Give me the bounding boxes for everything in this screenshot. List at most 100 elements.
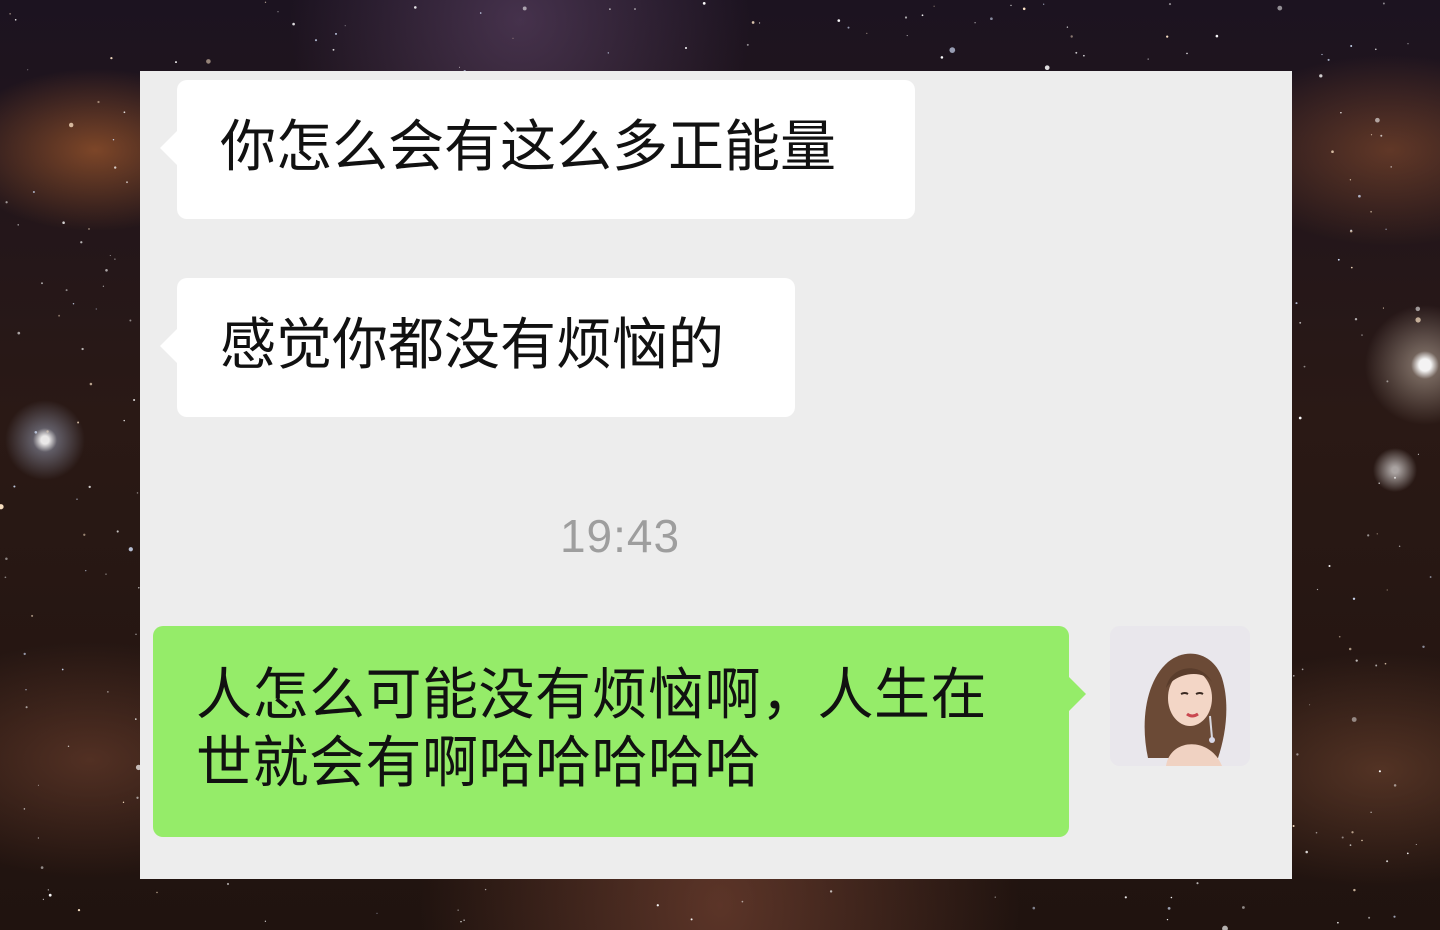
- star: [1351, 831, 1354, 834]
- star: [1415, 306, 1421, 312]
- star: [1222, 925, 1228, 930]
- star: [656, 904, 659, 907]
- incoming-message-bubble[interactable]: 你怎么会有这么多正能量: [160, 80, 915, 219]
- incoming-message-bubble[interactable]: 感觉你都没有烦恼的: [160, 278, 795, 417]
- star: [1358, 194, 1361, 198]
- star: [1083, 54, 1085, 57]
- star: [1350, 45, 1353, 47]
- star: [67, 745, 70, 747]
- star: [1010, 4, 1012, 7]
- star: [994, 896, 996, 898]
- star: [4, 576, 7, 579]
- star: [1417, 453, 1419, 455]
- bubble-tail: [1068, 676, 1086, 712]
- star: [25, 689, 27, 691]
- star: [76, 498, 78, 500]
- star: [206, 59, 211, 64]
- star: [62, 221, 65, 224]
- star: [135, 718, 137, 720]
- star: [114, 258, 116, 260]
- star: [40, 866, 44, 869]
- star: [1406, 852, 1409, 855]
- outgoing-message-bubble[interactable]: 人怎么可能没有烦恼啊，人生在世就会有啊哈哈哈哈哈: [153, 626, 1086, 837]
- star: [136, 492, 139, 494]
- star: [1124, 896, 1127, 899]
- star: [1170, 896, 1173, 899]
- star: [1242, 906, 1245, 909]
- star: [292, 22, 295, 26]
- star: [332, 48, 335, 51]
- star: [990, 17, 993, 21]
- user-avatar[interactable]: [1110, 626, 1250, 766]
- star: [1303, 365, 1306, 368]
- star: [933, 5, 935, 7]
- star: [1293, 675, 1295, 677]
- star: [1319, 74, 1323, 78]
- star: [13, 485, 16, 488]
- star: [122, 801, 125, 803]
- star: [128, 547, 133, 552]
- star: [1299, 321, 1302, 324]
- star: [866, 32, 868, 35]
- star: [759, 22, 761, 24]
- star: [376, 912, 378, 914]
- star: [81, 347, 84, 351]
- star: [335, 32, 337, 35]
- star: [114, 166, 117, 169]
- star: [1355, 659, 1358, 662]
- star: [1352, 597, 1356, 600]
- star: [156, 891, 158, 894]
- star: [133, 398, 136, 402]
- star: [23, 808, 26, 810]
- star: [1370, 134, 1373, 136]
- star: [690, 918, 693, 921]
- star: [1044, 65, 1050, 71]
- star: [1349, 229, 1353, 233]
- star: [34, 430, 38, 434]
- star: [1316, 588, 1319, 591]
- star: [97, 100, 100, 104]
- star: [1292, 825, 1295, 827]
- star: [17, 331, 21, 335]
- star: [414, 6, 417, 9]
- star: [1168, 3, 1172, 6]
- star: [1328, 564, 1331, 568]
- star: [37, 784, 39, 786]
- star: [58, 314, 61, 317]
- star: [684, 46, 688, 50]
- star: [1277, 5, 1283, 11]
- star: [226, 882, 230, 886]
- star: [1422, 645, 1425, 649]
- star: [974, 21, 976, 24]
- star: [41, 282, 43, 285]
- star: [1305, 850, 1308, 854]
- star: [1353, 888, 1356, 892]
- star: [1374, 48, 1377, 51]
- star: [458, 66, 461, 68]
- star: [1385, 228, 1387, 231]
- star: [741, 900, 744, 903]
- star: [1376, 533, 1378, 535]
- star: [264, 920, 267, 922]
- message-text: 你怎么会有这么多正能量: [220, 115, 836, 180]
- star: [1415, 843, 1417, 846]
- star: [23, 652, 26, 656]
- star: [1378, 770, 1381, 773]
- star: [751, 21, 755, 24]
- star: [1415, 317, 1421, 323]
- star: [1386, 380, 1389, 383]
- star: [1429, 576, 1432, 578]
- star: [463, 919, 465, 921]
- star: [129, 319, 132, 322]
- star: [1309, 704, 1311, 706]
- star: [1350, 266, 1353, 269]
- star: [1147, 58, 1149, 60]
- star: [65, 289, 68, 292]
- star: [32, 190, 35, 194]
- star: [1393, 915, 1396, 918]
- star: [1196, 882, 1199, 885]
- star: [123, 111, 126, 114]
- star: [1386, 589, 1388, 591]
- star: [837, 19, 841, 22]
- star: [5, 201, 8, 204]
